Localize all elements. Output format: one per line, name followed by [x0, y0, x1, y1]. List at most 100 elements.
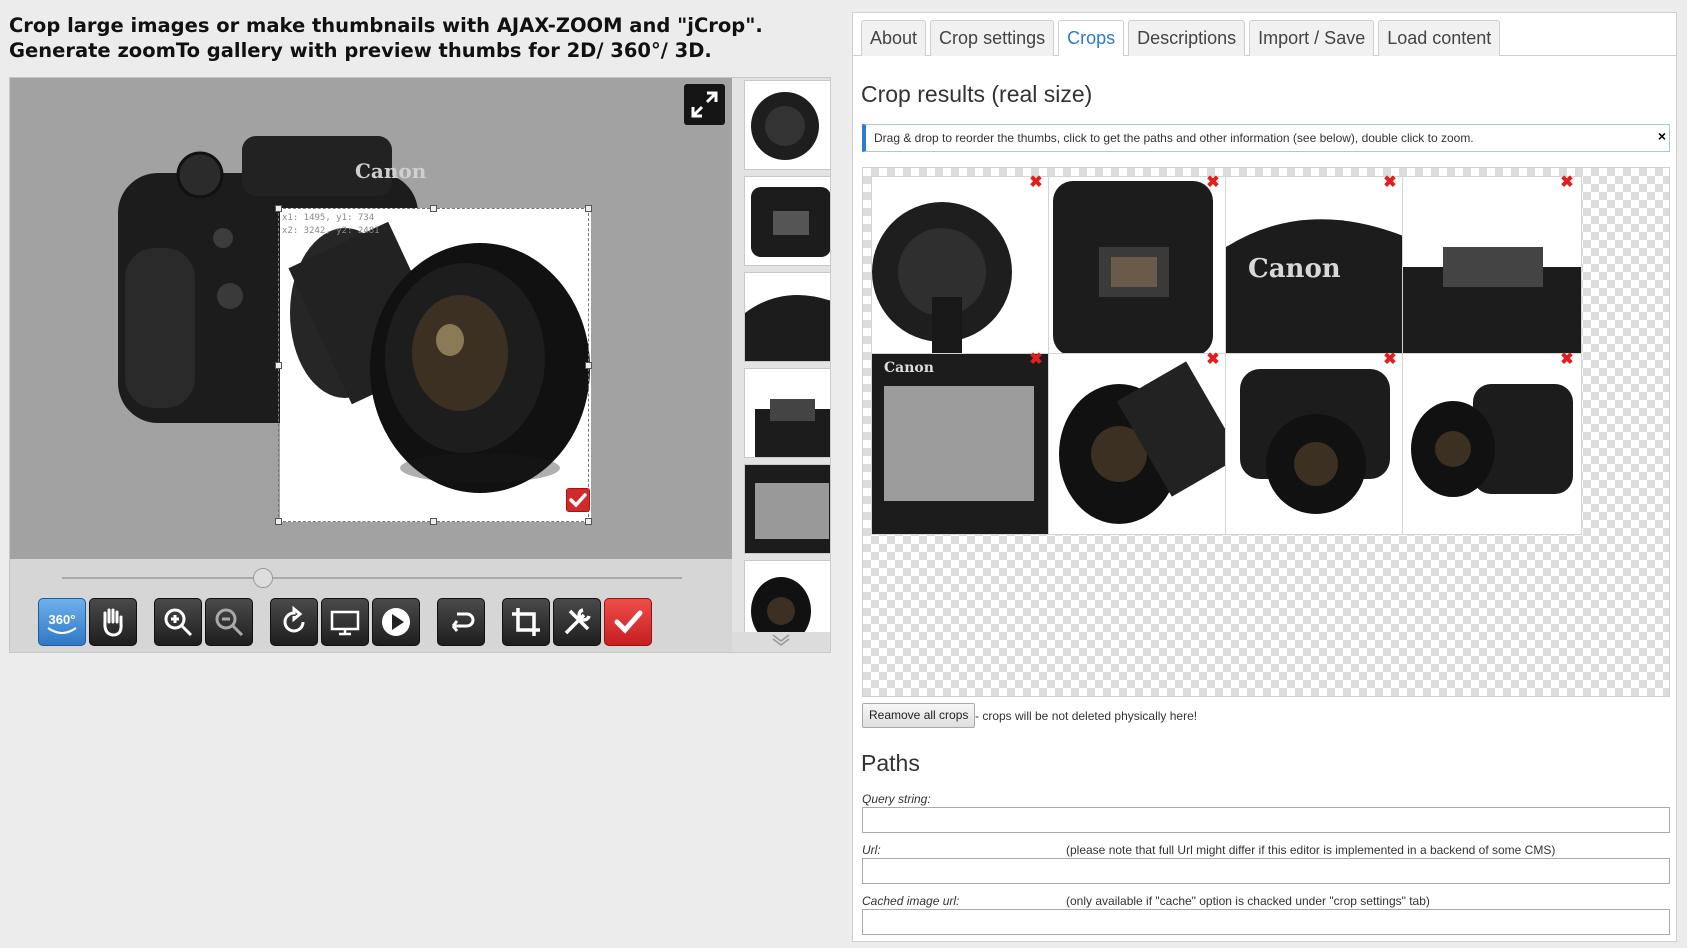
crop-coordinates: x1: 1495, y1: 734 x2: 3242, y2: 2481: [282, 212, 380, 238]
query-string-field[interactable]: [862, 807, 1670, 833]
close-icon[interactable]: ×: [1658, 125, 1666, 147]
camera-brand-text: Canon: [355, 159, 427, 183]
crop-handle-n[interactable]: [430, 205, 437, 212]
crop-thumb[interactable]: Canon: [1225, 176, 1405, 358]
crop-handle-e[interactable]: [585, 362, 592, 369]
zoom-in-icon: [164, 608, 193, 637]
tab-import-save[interactable]: Import / Save: [1249, 20, 1375, 56]
paths-heading: Paths: [861, 750, 920, 776]
image-viewer: Canon x1: 1495, y1: 734 x2: 3242, y2: 248…: [9, 77, 831, 653]
check-icon: [614, 610, 643, 634]
crop-thumb[interactable]: [1048, 353, 1228, 535]
url-note: (please note that full Url might differ …: [1066, 843, 1556, 857]
remove-all-note: - crops will be not deleted physically h…: [975, 709, 1198, 723]
thumb-image: [745, 369, 830, 457]
crop-thumb[interactable]: [1225, 353, 1405, 535]
cached-url-field[interactable]: [862, 909, 1670, 935]
crop-handle-nw[interactable]: [275, 205, 282, 212]
undo-button[interactable]: [437, 598, 485, 646]
pan-button[interactable]: [89, 598, 137, 646]
zoom-slider-track[interactable]: [62, 577, 682, 579]
crop-apply-check[interactable]: [566, 488, 590, 512]
crop-thumb-image: [1226, 354, 1404, 534]
hand-icon: [103, 608, 123, 637]
crop-thumb-image: [1403, 177, 1581, 357]
crop-handle-se[interactable]: [585, 518, 592, 525]
tab-load-content[interactable]: Load content: [1378, 20, 1501, 56]
crop-selection[interactable]: [275, 205, 592, 525]
crop-thumb[interactable]: Canon: [871, 353, 1051, 535]
thumbs-scroll-down[interactable]: [732, 632, 830, 652]
delete-crop-icon[interactable]: ✖: [1029, 352, 1043, 368]
crop-handle-sw[interactable]: [275, 518, 282, 525]
cached-url-note: (only available if "cache" option is cha…: [1066, 894, 1430, 908]
undo-icon: [451, 612, 475, 632]
thumb-image: [745, 465, 830, 553]
delete-crop-icon[interactable]: ✖: [1206, 175, 1220, 191]
crop-thumb-image: [1049, 177, 1227, 357]
tab-crop-settings[interactable]: Crop settings: [930, 20, 1055, 56]
rotate-button[interactable]: [270, 598, 318, 646]
gallery-thumb[interactable]: [744, 368, 830, 458]
gallery-thumb[interactable]: [744, 176, 830, 266]
fullscreen-button[interactable]: [684, 84, 725, 125]
rotate-icon: [283, 605, 305, 633]
tab-about[interactable]: About: [861, 20, 927, 56]
crop-thumb-image: [872, 177, 1050, 357]
delete-crop-icon[interactable]: ✖: [1383, 175, 1397, 191]
zoom-stage[interactable]: Canon x1: 1495, y1: 734 x2: 3242, y2: 248…: [10, 78, 732, 559]
crop-thumb-image: Canon: [1226, 177, 1404, 357]
remove-all-crops-button[interactable]: Reamove all crops: [862, 703, 976, 728]
zoom-out-button[interactable]: [205, 598, 253, 646]
url-field[interactable]: [862, 858, 1670, 884]
tools-icon: [564, 608, 591, 635]
crop-thumb[interactable]: [1402, 353, 1582, 535]
query-string-label: Query string:: [862, 792, 931, 806]
spin-360-button[interactable]: 360°: [38, 598, 86, 646]
viewer-toolbar: 360°: [10, 559, 732, 652]
delete-crop-icon[interactable]: ✖: [1383, 352, 1397, 368]
page-title-line-1: Crop large images or make thumbnails wit…: [9, 14, 763, 37]
delete-crop-icon[interactable]: ✖: [1560, 352, 1574, 368]
zoom-slider-knob[interactable]: [253, 568, 273, 588]
settings-button[interactable]: [553, 598, 601, 646]
crop-thumb-image: [1049, 354, 1227, 534]
delete-crop-icon[interactable]: ✖: [1206, 352, 1220, 368]
expand-icon: [691, 91, 718, 118]
crop-thumb[interactable]: [1048, 176, 1228, 358]
gallery-thumb[interactable]: [744, 272, 830, 362]
crops-info-text: Drag & drop to reorder the thumbs, click…: [874, 131, 1474, 145]
svg-text:Canon: Canon: [884, 360, 934, 376]
svg-text:360°: 360°: [49, 612, 76, 627]
confirm-button[interactable]: [604, 598, 652, 646]
page-title: Crop large images or make thumbnails wit…: [9, 13, 829, 63]
crop-handle-s[interactable]: [430, 518, 437, 525]
play-button[interactable]: [372, 598, 420, 646]
crop-thumb[interactable]: [871, 176, 1051, 358]
tab-bar: About Crop settings Crops Descriptions I…: [861, 20, 1501, 56]
screen-button[interactable]: [321, 598, 369, 646]
zoom-in-button[interactable]: [154, 598, 202, 646]
crop-button[interactable]: [502, 598, 550, 646]
crop-handle-w[interactable]: [275, 362, 282, 369]
page-title-line-2: Generate zoomTo gallery with preview thu…: [9, 39, 712, 62]
crop-results-area: Canon Canon ✖ ✖ ✖ ✖ ✖ ✖ ✖ ✖: [862, 167, 1670, 697]
editor-panel: About Crop settings Crops Descriptions I…: [852, 12, 1677, 942]
crop-thumb[interactable]: [1402, 176, 1582, 358]
crop-coords-line-2: x2: 3242, y2: 2481: [282, 226, 380, 236]
tab-descriptions[interactable]: Descriptions: [1128, 20, 1246, 56]
thumb-image: [745, 273, 830, 361]
gallery-thumbs: [732, 78, 830, 652]
tab-crops[interactable]: Crops: [1058, 20, 1125, 56]
crops-heading: Crop results (real size): [861, 81, 1093, 107]
monitor-icon: [330, 610, 360, 636]
thumb-image: [745, 81, 830, 169]
zoom-out-icon: [215, 608, 244, 637]
delete-crop-icon[interactable]: ✖: [1560, 175, 1574, 191]
crop-handle-ne[interactable]: [585, 205, 592, 212]
gallery-thumb[interactable]: [744, 464, 830, 554]
crop-coords-line-1: x1: 1495, y1: 734: [282, 213, 375, 223]
crop-thumb-image: [1403, 354, 1581, 534]
gallery-thumb[interactable]: [744, 80, 830, 170]
delete-crop-icon[interactable]: ✖: [1029, 175, 1043, 191]
